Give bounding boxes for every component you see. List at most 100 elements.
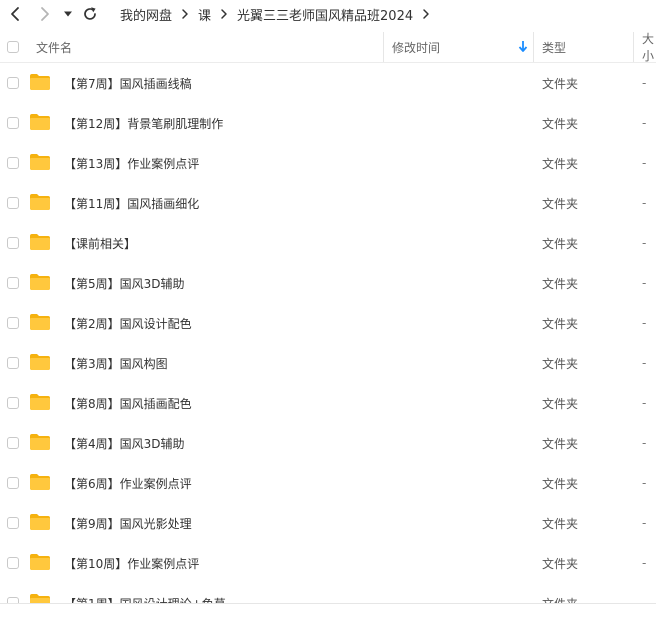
list-bottom-border <box>0 603 656 604</box>
folder-icon <box>30 354 50 370</box>
folder-icon <box>30 554 50 570</box>
row-checkbox[interactable] <box>7 197 19 209</box>
file-row[interactable]: 【第1周】国风设计理论+色草 文件夹 - <box>0 583 656 603</box>
column-divider[interactable] <box>633 32 634 62</box>
breadcrumb-item-my-drive[interactable]: 我的网盘 <box>120 5 172 24</box>
file-name[interactable]: 【第6周】作业案例点评 <box>64 463 192 503</box>
file-list: 【第7周】国风插画线稿 文件夹 - 【第12周】背景笔刷肌理制作 文件夹 - 【第13周】作… <box>0 63 656 603</box>
folder-icon <box>30 234 50 250</box>
row-checkbox[interactable] <box>7 277 19 289</box>
row-checkbox[interactable] <box>7 317 19 329</box>
file-name[interactable]: 【第3周】国风构图 <box>64 343 168 383</box>
folder-icon <box>30 114 50 130</box>
file-name[interactable]: 【第9周】国风光影处理 <box>64 503 192 543</box>
file-type: 文件夹 <box>542 516 579 531</box>
file-size: - <box>642 236 647 250</box>
file-row[interactable]: 【第6周】作业案例点评 文件夹 - <box>0 463 656 503</box>
select-all-checkbox[interactable] <box>7 41 19 53</box>
file-size: - <box>642 436 647 450</box>
file-row[interactable]: 【第9周】国风光影处理 文件夹 - <box>0 503 656 543</box>
row-checkbox[interactable] <box>7 557 19 569</box>
breadcrumb-item-current-folder[interactable]: 光翼三三老师国风精品班2024 <box>237 5 413 24</box>
row-checkbox[interactable] <box>7 517 19 529</box>
file-name[interactable]: 【第8周】国风插画配色 <box>64 383 192 423</box>
file-size: - <box>642 196 647 210</box>
sort-descending-icon[interactable] <box>518 40 528 53</box>
file-row[interactable]: 【课前相关】 文件夹 - <box>0 223 656 263</box>
row-checkbox[interactable] <box>7 237 19 249</box>
file-size: - <box>642 116 647 130</box>
row-checkbox[interactable] <box>7 477 19 489</box>
row-checkbox[interactable] <box>7 157 19 169</box>
file-name[interactable]: 【第10周】作业案例点评 <box>64 543 199 583</box>
file-type: 文件夹 <box>542 356 579 371</box>
forward-button[interactable] <box>34 3 56 25</box>
chevron-left-icon <box>11 7 19 21</box>
row-checkbox[interactable] <box>7 437 19 449</box>
file-type: 文件夹 <box>542 236 579 251</box>
file-type: 文件夹 <box>542 276 579 291</box>
row-checkbox[interactable] <box>7 117 19 129</box>
file-name[interactable]: 【第12周】背景笔刷肌理制作 <box>64 103 223 143</box>
column-divider[interactable] <box>533 32 534 62</box>
chevron-right-icon <box>41 7 49 21</box>
folder-icon <box>30 154 50 170</box>
folder-icon <box>30 314 50 330</box>
file-type: 文件夹 <box>542 196 579 211</box>
file-name[interactable]: 【第1周】国风设计理论+色草 <box>64 583 226 604</box>
file-size: - <box>642 596 647 603</box>
file-size: - <box>642 76 647 90</box>
file-name[interactable]: 【第13周】作业案例点评 <box>64 143 199 183</box>
refresh-icon <box>84 7 96 20</box>
file-row[interactable]: 【第12周】背景笔刷肌理制作 文件夹 - <box>0 103 656 143</box>
breadcrumb-item-course[interactable]: 课 <box>198 5 211 24</box>
file-list-header: 文件名 修改时间 类型 大小 <box>0 32 656 63</box>
file-type: 文件夹 <box>542 556 579 571</box>
row-checkbox[interactable] <box>7 77 19 89</box>
breadcrumb-separator-icon <box>220 8 228 20</box>
file-name[interactable]: 【课前相关】 <box>64 223 136 263</box>
file-size: - <box>642 356 647 370</box>
breadcrumb-expand-icon[interactable] <box>422 8 430 20</box>
column-header-type[interactable]: 类型 <box>542 32 566 62</box>
file-row[interactable]: 【第13周】作业案例点评 文件夹 - <box>0 143 656 183</box>
file-size: - <box>642 476 647 490</box>
file-row[interactable]: 【第11周】国风插画细化 文件夹 - <box>0 183 656 223</box>
history-dropdown-button[interactable] <box>58 3 78 25</box>
folder-icon <box>30 434 50 450</box>
file-row[interactable]: 【第8周】国风插画配色 文件夹 - <box>0 383 656 423</box>
back-button[interactable] <box>4 3 26 25</box>
file-name[interactable]: 【第7周】国风插画线稿 <box>64 63 192 103</box>
file-row[interactable]: 【第3周】国风构图 文件夹 - <box>0 343 656 383</box>
file-type: 文件夹 <box>542 396 579 411</box>
file-size: - <box>642 276 647 290</box>
row-checkbox[interactable] <box>7 397 19 409</box>
file-name[interactable]: 【第2周】国风设计配色 <box>64 303 192 343</box>
file-name[interactable]: 【第5周】国风3D辅助 <box>64 263 185 303</box>
file-size: - <box>642 396 647 410</box>
file-browser: 我的网盘 课 光翼三三老师国风精品班2024 文件名 修改时间 类型 大小 【第… <box>0 0 656 617</box>
file-type: 文件夹 <box>542 156 579 171</box>
file-row[interactable]: 【第10周】作业案例点评 文件夹 - <box>0 543 656 583</box>
folder-icon <box>30 514 50 530</box>
column-header-name[interactable]: 文件名 <box>36 32 72 62</box>
file-type: 文件夹 <box>542 76 579 91</box>
row-checkbox[interactable] <box>7 357 19 369</box>
column-header-modified[interactable]: 修改时间 <box>392 32 440 62</box>
file-row[interactable]: 【第2周】国风设计配色 文件夹 - <box>0 303 656 343</box>
navigation-bar: 我的网盘 课 光翼三三老师国风精品班2024 <box>0 0 656 28</box>
folder-icon <box>30 474 50 490</box>
column-divider[interactable] <box>383 32 384 62</box>
file-type: 文件夹 <box>542 583 578 604</box>
file-type: 文件夹 <box>542 476 579 491</box>
file-row[interactable]: 【第4周】国风3D辅助 文件夹 - <box>0 423 656 463</box>
file-row[interactable]: 【第7周】国风插画线稿 文件夹 - <box>0 63 656 103</box>
file-row[interactable]: 【第5周】国风3D辅助 文件夹 - <box>0 263 656 303</box>
folder-icon <box>30 74 50 90</box>
file-name[interactable]: 【第11周】国风插画细化 <box>64 183 199 223</box>
file-type: 文件夹 <box>542 316 579 331</box>
folder-icon <box>30 274 50 290</box>
column-header-size[interactable]: 大小 <box>642 32 656 63</box>
file-name[interactable]: 【第4周】国风3D辅助 <box>64 423 185 463</box>
refresh-button[interactable] <box>79 3 101 25</box>
